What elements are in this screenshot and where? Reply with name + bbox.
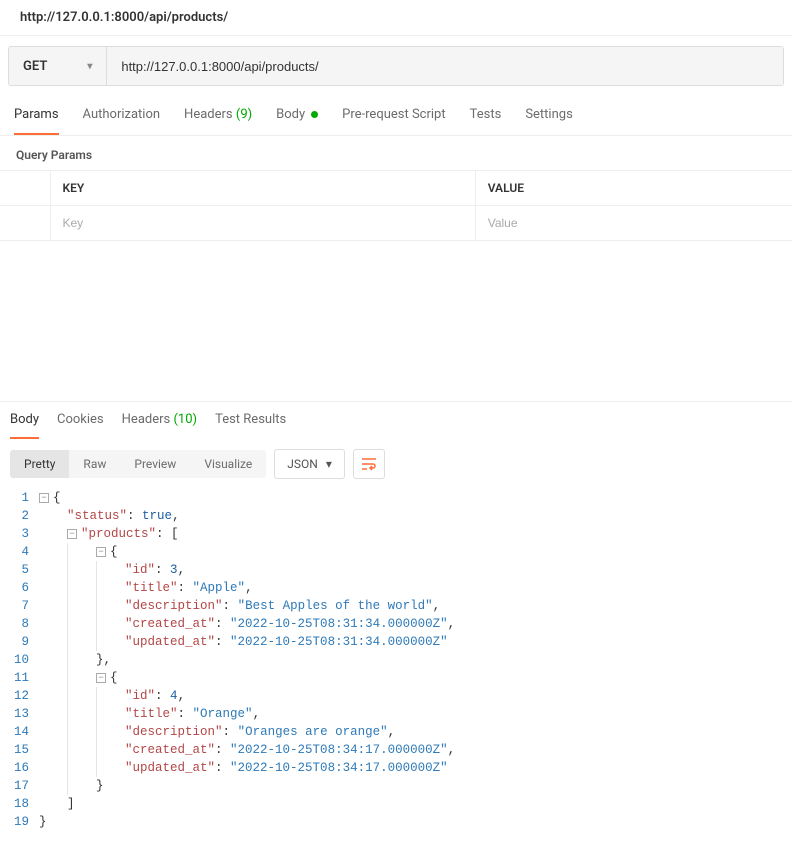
view-visualize[interactable]: Visualize bbox=[190, 450, 266, 478]
response-tabs: Body Cookies Headers (10) Test Results bbox=[0, 401, 792, 439]
params-header-value: VALUE bbox=[475, 171, 792, 206]
format-select[interactable]: JSON ▾ bbox=[274, 449, 345, 479]
tab-body-label: Body bbox=[276, 107, 305, 122]
status-dot-icon bbox=[311, 111, 318, 118]
view-raw[interactable]: Raw bbox=[69, 450, 120, 478]
url-input[interactable] bbox=[107, 47, 783, 85]
table-row bbox=[0, 206, 792, 241]
wrap-lines-button[interactable] bbox=[353, 449, 385, 479]
request-tabs: Params Authorization Headers (9) Body Pr… bbox=[0, 96, 792, 136]
wrap-icon bbox=[361, 457, 377, 471]
chevron-down-icon: ▾ bbox=[326, 457, 332, 471]
format-label: JSON bbox=[287, 457, 318, 471]
tab-prerequest[interactable]: Pre-request Script bbox=[342, 96, 445, 135]
resp-tab-headers-label: Headers bbox=[122, 412, 171, 427]
tab-settings[interactable]: Settings bbox=[525, 96, 572, 135]
fold-toggle-icon[interactable]: − bbox=[96, 547, 106, 557]
line-gutter: 12345678910111213141516171819 bbox=[0, 489, 39, 831]
tab-body[interactable]: Body bbox=[276, 96, 318, 135]
resp-tab-test-results[interactable]: Test Results bbox=[215, 402, 286, 439]
method-select[interactable]: GET ▾ bbox=[9, 47, 107, 85]
code-content[interactable]: −{"status": true,−"products": [−{"id": 3… bbox=[39, 489, 455, 831]
tab-headers-label: Headers bbox=[184, 107, 233, 122]
fold-toggle-icon[interactable]: − bbox=[67, 529, 77, 539]
method-label: GET bbox=[23, 59, 47, 74]
param-value-input[interactable] bbox=[488, 216, 780, 230]
tab-headers[interactable]: Headers (9) bbox=[184, 96, 252, 135]
tab-authorization[interactable]: Authorization bbox=[83, 96, 161, 135]
resp-tab-headers[interactable]: Headers (10) bbox=[122, 402, 197, 439]
params-table: KEY VALUE bbox=[0, 170, 792, 241]
response-body: 12345678910111213141516171819 −{"status"… bbox=[0, 489, 792, 851]
view-pretty[interactable]: Pretty bbox=[10, 450, 69, 478]
tab-title: http://127.0.0.1:8000/api/products/ bbox=[0, 0, 792, 36]
resp-tab-cookies[interactable]: Cookies bbox=[57, 402, 104, 439]
param-key-input[interactable] bbox=[63, 216, 463, 230]
headers-count: (9) bbox=[236, 107, 252, 122]
fold-toggle-icon[interactable]: − bbox=[96, 673, 106, 683]
query-params-label: Query Params bbox=[0, 136, 792, 170]
resp-headers-count: (10) bbox=[173, 412, 197, 427]
params-header-key: KEY bbox=[50, 171, 475, 206]
tab-tests[interactable]: Tests bbox=[470, 96, 502, 135]
chevron-down-icon: ▾ bbox=[87, 61, 92, 72]
view-preview[interactable]: Preview bbox=[120, 450, 190, 478]
response-controls: Pretty Raw Preview Visualize JSON ▾ bbox=[0, 439, 792, 489]
request-row: GET ▾ bbox=[8, 46, 784, 86]
fold-toggle-icon[interactable]: − bbox=[39, 493, 49, 503]
view-mode-group: Pretty Raw Preview Visualize bbox=[10, 450, 266, 478]
resp-tab-body[interactable]: Body bbox=[10, 402, 39, 439]
tab-params[interactable]: Params bbox=[14, 96, 59, 135]
